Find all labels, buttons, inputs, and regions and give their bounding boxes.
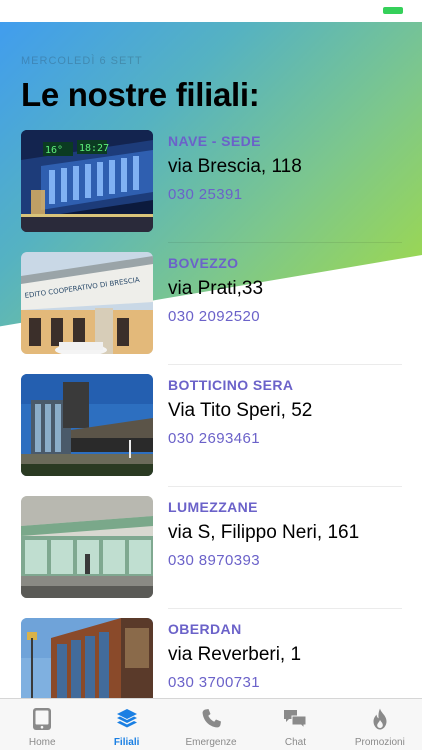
filiali-screen: MERCOLEDÌ 6 SETT Le nostre filiali: 16° … bbox=[0, 0, 422, 750]
date-label: MERCOLEDÌ 6 SETT bbox=[21, 55, 143, 67]
tab-filiali[interactable]: Filiali bbox=[84, 699, 168, 750]
branch-address: via S, Filippo Neri, 161 bbox=[168, 522, 360, 543]
night-building-photo: 16° 18:27 bbox=[21, 130, 153, 232]
tab-label: Chat bbox=[284, 737, 306, 748]
phone-icon bbox=[202, 709, 222, 728]
branch-item-nave-sede[interactable]: 16° 18:27 NAVE - SEDE via Brescia, 118 0… bbox=[0, 130, 422, 243]
tab-label: Emergenze bbox=[185, 737, 237, 748]
branch-phone[interactable]: 030 25391 bbox=[168, 186, 243, 203]
branch-name: LUMEZZANE bbox=[168, 499, 258, 515]
branch-phone[interactable]: 030 3700731 bbox=[168, 674, 260, 691]
divider bbox=[168, 486, 402, 487]
tab-bar: Home Filiali Emergenze Chat Promozioni bbox=[0, 698, 422, 750]
tab-chat[interactable]: Chat bbox=[253, 699, 337, 750]
branch-name: BOTTICINO SERA bbox=[168, 377, 294, 393]
branch-name: BOVEZZO bbox=[168, 255, 239, 271]
modern-building-photo bbox=[21, 374, 153, 476]
divider bbox=[168, 242, 402, 243]
tab-label: Filiali bbox=[113, 737, 140, 748]
tab-promozioni[interactable]: Promozioni bbox=[338, 699, 422, 750]
branch-name: OBERDAN bbox=[168, 621, 242, 637]
bank-facade-photo: EDITO COOPERATIVO DI BRESCIA bbox=[21, 252, 153, 354]
divider bbox=[168, 608, 402, 609]
branch-phone[interactable]: 030 8970393 bbox=[168, 552, 260, 569]
branch-item-bovezzo[interactable]: EDITO COOPERATIVO DI BRESCIA BOVEZZO via… bbox=[0, 252, 422, 365]
svg-text:16°: 16° bbox=[45, 145, 63, 156]
branch-address: via Reverberi, 1 bbox=[168, 644, 302, 665]
branch-item-botticino-sera[interactable]: BOTTICINO SERA Via Tito Speri, 52 030 26… bbox=[0, 374, 422, 487]
tab-home[interactable]: Home bbox=[0, 699, 84, 750]
svg-text:18:27: 18:27 bbox=[79, 143, 109, 154]
branch-address: Via Tito Speri, 52 bbox=[168, 400, 313, 421]
flame-icon bbox=[373, 708, 387, 730]
branch-address: via Brescia, 118 bbox=[168, 156, 302, 177]
tab-emergenze[interactable]: Emergenze bbox=[169, 699, 253, 750]
branch-phone[interactable]: 030 2693461 bbox=[168, 430, 260, 447]
glass-storefront-photo bbox=[21, 496, 153, 598]
layers-icon bbox=[116, 709, 137, 728]
status-bar bbox=[0, 0, 422, 22]
chat-bubbles-icon bbox=[284, 710, 307, 730]
battery-icon bbox=[383, 7, 403, 14]
tab-label: Promozioni bbox=[354, 737, 405, 748]
page-title: Le nostre filiali: bbox=[21, 76, 260, 113]
tablet-icon bbox=[33, 708, 52, 730]
branch-address: via Prati,33 bbox=[168, 278, 264, 299]
branch-phone[interactable]: 030 2092520 bbox=[168, 308, 260, 325]
branch-name: NAVE - SEDE bbox=[168, 133, 261, 149]
divider bbox=[168, 364, 402, 365]
branch-item-lumezzane[interactable]: LUMEZZANE via S, Filippo Neri, 161 030 8… bbox=[0, 496, 422, 609]
tab-label: Home bbox=[28, 737, 56, 748]
